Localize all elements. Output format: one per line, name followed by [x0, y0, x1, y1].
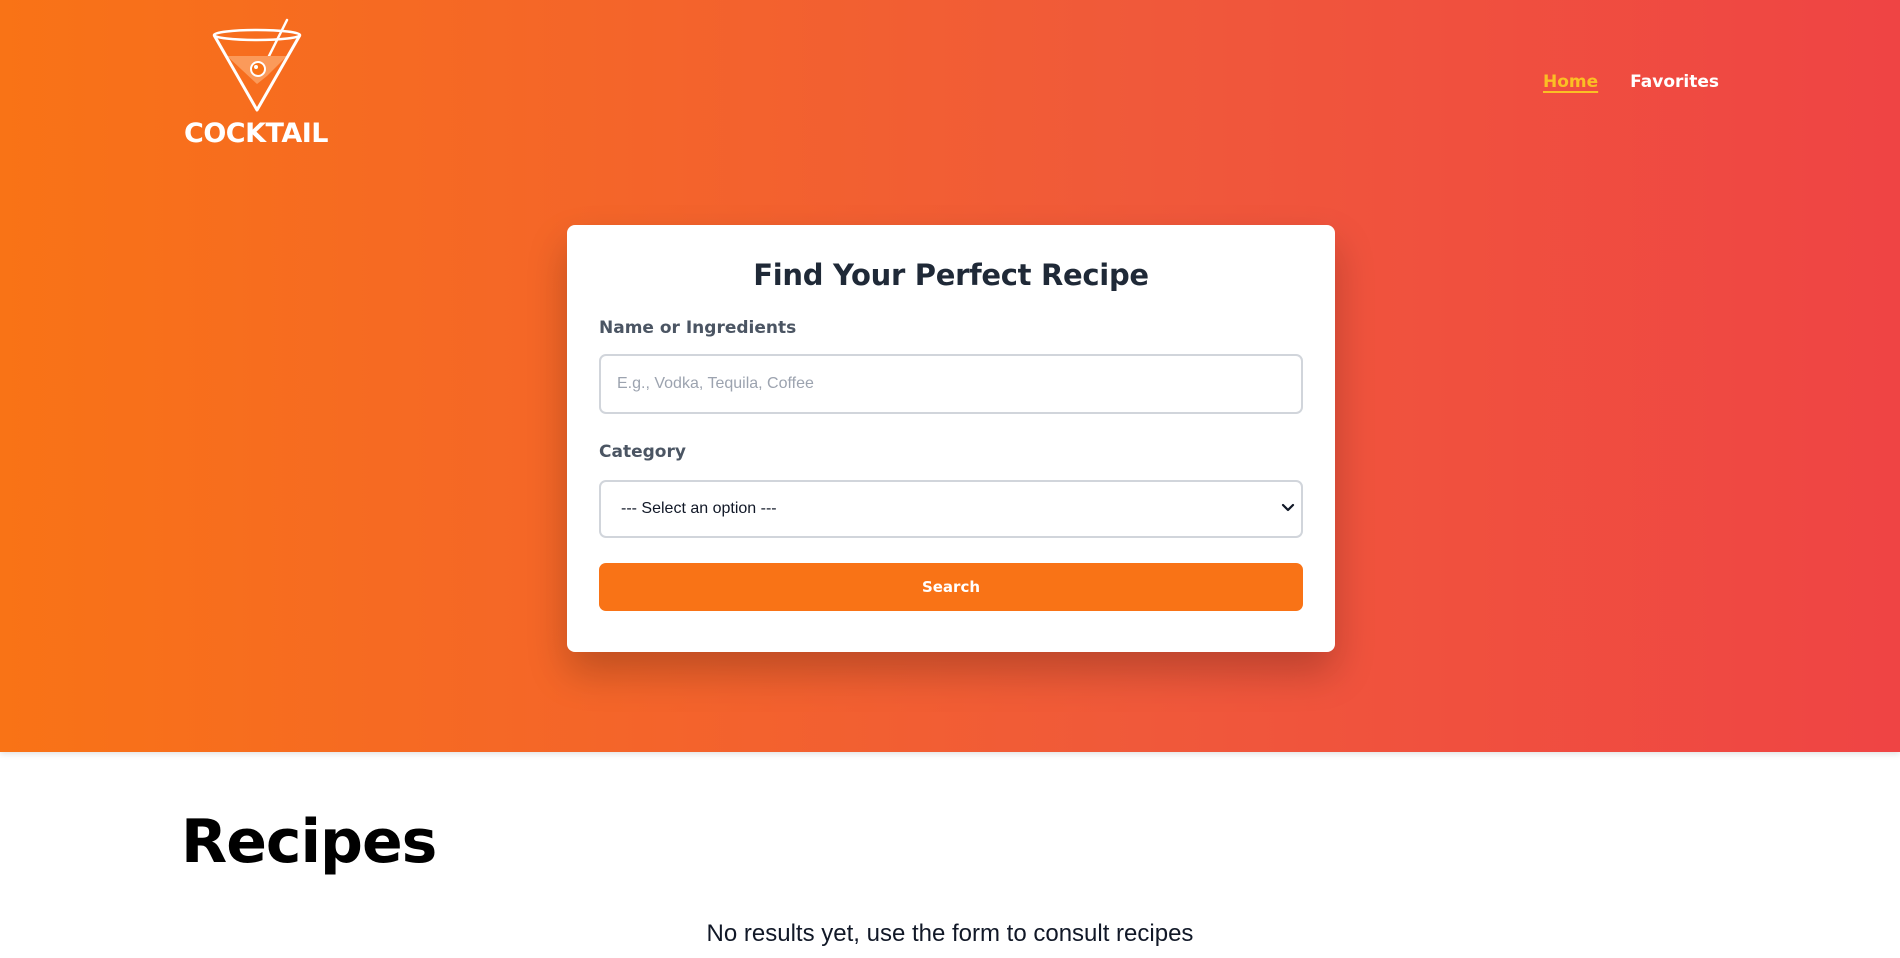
empty-results-message: No results yet, use the form to consult … [706, 920, 1194, 947]
cocktail-glass-icon [212, 18, 302, 112]
form-title: Find Your Perfect Recipe [753, 258, 1149, 292]
search-form: Find Your Perfect Recipe Name or Ingredi… [567, 225, 1335, 652]
recipes-title: Recipes [181, 807, 437, 877]
logo-text: COCKTAIL [184, 118, 328, 149]
main-nav: Home Favorites [1543, 72, 1719, 92]
name-label: Name or Ingredients [599, 318, 797, 338]
logo[interactable]: COCKTAIL [182, 18, 330, 149]
category-select[interactable]: --- Select an option --- [599, 480, 1303, 538]
search-button[interactable]: Search [599, 563, 1303, 611]
category-label: Category [599, 442, 686, 462]
chevron-down-icon [1281, 503, 1295, 512]
category-selected-value: --- Select an option --- [621, 500, 777, 517]
nav-home-link[interactable]: Home [1543, 72, 1598, 92]
hero-header: COCKTAIL Home Favorites Find Your Perfec… [0, 0, 1900, 752]
nav-favorites-link[interactable]: Favorites [1630, 72, 1719, 92]
name-ingredients-input[interactable] [599, 354, 1303, 414]
